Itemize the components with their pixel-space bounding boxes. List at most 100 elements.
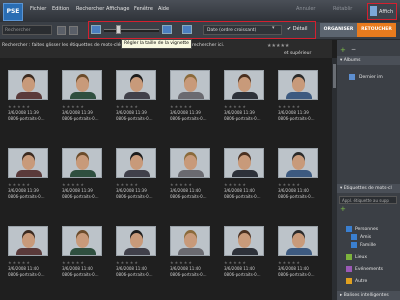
album-icon	[349, 74, 355, 80]
photo-filename: 0806-portraits-0...	[62, 116, 99, 121]
portrait-head	[292, 77, 305, 92]
photo-date: 3/6/2008 11:39	[62, 188, 93, 193]
detail-checkbox[interactable]: ✔ Détail	[287, 26, 308, 32]
photo-image[interactable]	[8, 226, 48, 256]
menu-search[interactable]: Rechercher	[76, 6, 104, 12]
smart-tags-header[interactable]: ▸ Balises intelligentes	[337, 291, 400, 300]
portrait-head	[22, 77, 35, 92]
back-icon[interactable]	[57, 26, 66, 35]
rating-stars[interactable]: ★★★★★	[8, 104, 31, 109]
rating-stars[interactable]: ★★★★★	[224, 260, 247, 265]
tag-places[interactable]: Lieux	[355, 255, 367, 260]
photo-date: 3/6/2008 11:39	[8, 110, 39, 115]
albums-header[interactable]: ▾ Albums	[337, 56, 400, 65]
photo-image[interactable]	[116, 70, 156, 100]
chevron-down-icon[interactable]: ▾	[272, 25, 275, 31]
portrait-head	[238, 233, 251, 248]
tab-organize[interactable]: ORGANISER	[320, 23, 357, 37]
rating-stars[interactable]: ★★★★★	[116, 260, 139, 265]
photo-image[interactable]	[62, 226, 102, 256]
photo-image[interactable]	[224, 148, 264, 178]
photo-image[interactable]	[278, 226, 318, 256]
photo-date: 3/6/2008 11:40	[278, 188, 309, 193]
rating-stars[interactable]: ★★★★★	[8, 182, 31, 187]
rating-stars[interactable]: ★★★★★	[116, 182, 139, 187]
tag-family[interactable]: Famille	[360, 243, 376, 248]
photo-image[interactable]	[278, 70, 318, 100]
rating-stars[interactable]: ★★★★★	[278, 182, 301, 187]
photo-filename: 0806-portraits-0...	[8, 272, 45, 277]
photo-image[interactable]	[224, 70, 264, 100]
tag-family-icon	[351, 242, 357, 248]
tag-people[interactable]: Personnes	[355, 227, 378, 232]
photo-filename: 0806-portraits-0...	[278, 116, 315, 121]
photo-image[interactable]	[224, 226, 264, 256]
rating-stars[interactable]: ★★★★★	[62, 104, 85, 109]
portrait-body	[178, 170, 204, 177]
tag-events[interactable]: Evénements	[355, 267, 383, 272]
add-tag-icon[interactable]: +	[340, 205, 346, 213]
rating-stars[interactable]: ★★★★★	[278, 260, 301, 265]
menu-edit[interactable]: Edition	[52, 6, 69, 12]
keyword-tags-header[interactable]: ▾ Etiquettes de mots-cl	[337, 184, 400, 193]
portrait-body	[178, 92, 204, 99]
display-mode-button[interactable]: Affich	[367, 3, 397, 20]
tag-other[interactable]: Autre	[355, 279, 367, 284]
undo-button[interactable]: Annuler	[296, 6, 315, 12]
photo-image[interactable]	[8, 70, 48, 100]
redo-button[interactable]: Rétablir	[333, 6, 352, 12]
menu-view[interactable]: Affichage	[106, 6, 130, 12]
forward-icon[interactable]	[69, 26, 78, 35]
menu-file[interactable]: Fichier	[30, 6, 46, 12]
rating-stars[interactable]: ★★★★★	[116, 104, 139, 109]
menu-window[interactable]: Fenêtre	[134, 6, 153, 12]
delete-icon[interactable]: −	[351, 46, 356, 53]
tag-search-input[interactable]: Appl. étiquette au supp	[339, 196, 397, 204]
menu-help[interactable]: Aide	[158, 6, 169, 12]
photo-image[interactable]	[170, 148, 210, 178]
rating-stars[interactable]: ★★★★★	[62, 260, 85, 265]
photo-image[interactable]	[62, 148, 102, 178]
photo-image[interactable]	[116, 148, 156, 178]
tag-friends[interactable]: Amis	[360, 235, 371, 240]
photo-filename: 0806-portraits-0...	[116, 116, 153, 121]
portrait-body	[124, 92, 150, 99]
photo-image[interactable]	[170, 226, 210, 256]
tooltip: Régler la taille de la vignette	[121, 39, 192, 49]
rating-stars[interactable]: ★★★★★	[170, 182, 193, 187]
full-view-icon[interactable]	[182, 25, 192, 34]
photo-date: 3/6/2008 11:40	[170, 188, 201, 193]
portrait-head	[22, 233, 35, 248]
thumbnail-size-slider[interactable]	[104, 29, 159, 32]
photo-image[interactable]	[8, 148, 48, 178]
small-thumbnail-icon[interactable]	[91, 25, 101, 34]
rating-stars[interactable]: ★★★★★	[170, 104, 193, 109]
search-input[interactable]: Rechercher	[2, 25, 52, 35]
photo-image[interactable]	[278, 148, 318, 178]
photo-date: 3/6/2008 11:40	[116, 266, 147, 271]
tab-edit[interactable]: RETOUCHER	[357, 23, 396, 37]
photo-filename: 0806-portraits-0...	[278, 272, 315, 277]
rating-stars[interactable]: ★★★★★	[8, 260, 31, 265]
portrait-body	[232, 92, 258, 99]
photo-date: 3/6/2008 11:40	[224, 266, 255, 271]
photo-image[interactable]	[62, 70, 102, 100]
sort-order-select[interactable]: Date (ordre croissant)	[203, 25, 282, 35]
large-thumbnail-icon[interactable]	[162, 25, 172, 34]
slider-handle[interactable]	[116, 25, 121, 34]
photo-image[interactable]	[170, 70, 210, 100]
scrollbar-thumb[interactable]	[333, 64, 336, 88]
rating-stars[interactable]: ★★★★★	[170, 260, 193, 265]
rating-stars[interactable]: ★★★★★	[278, 104, 301, 109]
add-icon[interactable]: +	[340, 46, 346, 54]
tag-other-icon	[346, 278, 352, 284]
rating-stars[interactable]: ★★★★★	[224, 104, 247, 109]
rating-stars[interactable]: ★★★★★	[267, 43, 289, 49]
portrait-head	[184, 233, 197, 248]
album-item[interactable]: Dernier im	[359, 75, 383, 80]
rating-stars[interactable]: ★★★★★	[62, 182, 85, 187]
photo-image[interactable]	[116, 226, 156, 256]
rating-stars[interactable]: ★★★★★	[224, 182, 247, 187]
photo-date: 3/6/2008 11:39	[62, 110, 93, 115]
monitor-icon	[370, 6, 377, 16]
